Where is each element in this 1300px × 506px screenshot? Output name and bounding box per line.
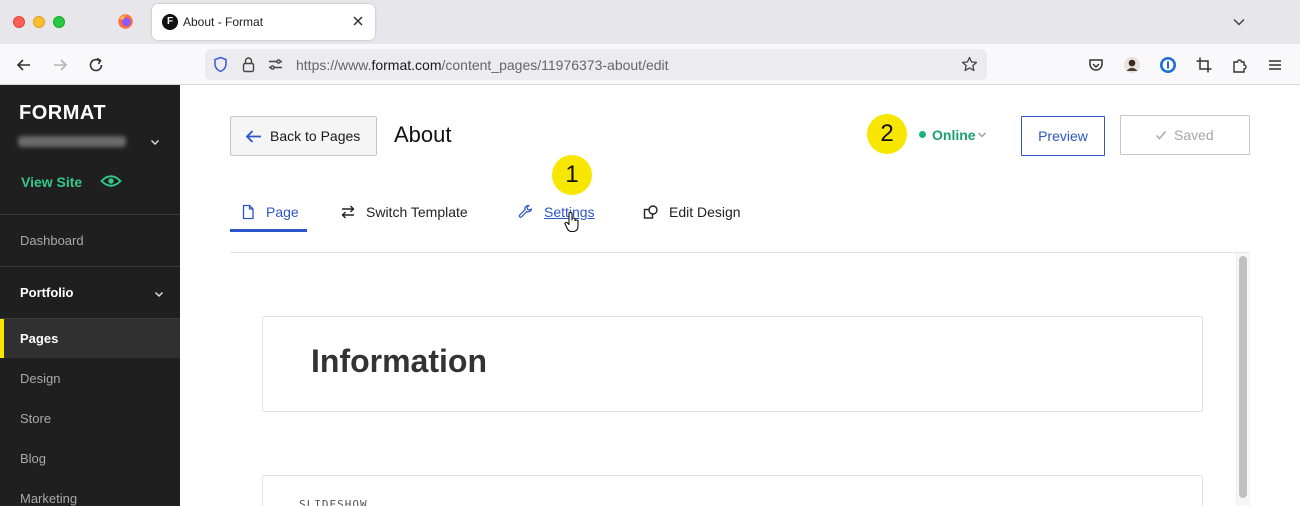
site-permissions-icon[interactable] [267, 56, 284, 73]
sidebar-item-dashboard[interactable]: Dashboard [20, 233, 84, 248]
sidebar: FORMAT View Site Dashboard Portfolio Pag… [0, 85, 180, 506]
list-all-tabs-icon[interactable] [1232, 15, 1246, 29]
arrow-left-icon [245, 130, 261, 143]
tab-page[interactable]: Page [240, 203, 310, 223]
format-favicon-icon: F [162, 14, 178, 30]
zoom-window-button[interactable] [53, 16, 65, 28]
reload-icon[interactable] [87, 56, 105, 74]
scrollbar-thumb[interactable] [1239, 256, 1247, 498]
close-window-button[interactable] [13, 16, 25, 28]
swap-arrows-icon [341, 205, 355, 219]
shapes-icon [643, 205, 658, 219]
view-site-link[interactable]: View Site [21, 174, 82, 190]
document-icon [242, 204, 254, 220]
forward-arrow-icon[interactable] [51, 56, 69, 74]
bookmark-star-icon[interactable] [961, 56, 978, 73]
url-prefix: https://www. [296, 57, 372, 73]
content-divider [230, 252, 1250, 253]
browser-tab-bar: F About - Format [0, 0, 1300, 44]
chevron-down-icon[interactable] [153, 288, 165, 300]
tab-edit-design-label: Edit Design [669, 204, 741, 220]
pocket-icon[interactable] [1087, 56, 1105, 74]
sidebar-divider [0, 214, 180, 215]
url-host: format.com [371, 57, 442, 73]
format-logo[interactable]: FORMAT [19, 102, 106, 125]
saved-label: Saved [1174, 127, 1214, 143]
sidebar-item-marketing[interactable]: Marketing [20, 491, 77, 506]
password-manager-icon[interactable] [1159, 56, 1177, 74]
account-name-redacted[interactable] [18, 136, 126, 147]
sidebar-item-design[interactable]: Design [20, 371, 60, 386]
annotation-badge-1: 1 [552, 155, 592, 195]
sidebar-item-store[interactable]: Store [20, 411, 51, 426]
browser-tab-active[interactable]: F About - Format [152, 4, 375, 40]
tab-switch-template[interactable]: Switch Template [340, 203, 480, 223]
saved-button[interactable]: Saved [1120, 115, 1250, 155]
url-path: /content_pages/11976373-about/edit [441, 57, 669, 73]
tab-edit-design[interactable]: Edit Design [643, 203, 753, 223]
back-to-pages-label: Back to Pages [270, 128, 361, 144]
tab-switch-template-label: Switch Template [366, 204, 468, 220]
preview-button[interactable]: Preview [1021, 116, 1105, 156]
lock-icon[interactable] [240, 56, 257, 73]
online-status-dot [919, 131, 926, 138]
chevron-down-icon[interactable] [977, 131, 987, 139]
tab-settings[interactable]: Settings [518, 203, 603, 223]
slideshow-label: SLIDESHOW [299, 498, 368, 506]
pointer-hand-cursor-icon [564, 211, 579, 233]
firefox-icon[interactable] [117, 13, 134, 30]
sidebar-item-pages[interactable]: Pages [20, 331, 58, 346]
back-arrow-icon[interactable] [15, 56, 33, 74]
profile-avatar-icon[interactable] [1123, 56, 1141, 74]
information-heading: Information [311, 343, 487, 379]
close-tab-icon[interactable] [351, 14, 365, 28]
extensions-puzzle-icon[interactable] [1231, 56, 1249, 74]
sidebar-item-portfolio[interactable]: Portfolio [20, 285, 73, 300]
information-section-card[interactable]: Information [262, 316, 1203, 412]
browser-nav-bar: https://www.format.com/content_pages/119… [0, 44, 1300, 85]
hamburger-menu-icon[interactable] [1266, 56, 1284, 74]
slideshow-section-card[interactable]: SLIDESHOW [262, 475, 1203, 506]
annotation-badge-2: 2 [867, 114, 907, 154]
sidebar-divider [0, 266, 180, 267]
back-to-pages-button[interactable]: Back to Pages [230, 116, 377, 156]
minimize-window-button[interactable] [33, 16, 45, 28]
chevron-down-icon[interactable] [149, 136, 161, 148]
wrench-icon [518, 204, 533, 218]
active-tab-underline [230, 229, 307, 232]
tab-title: About - Format [183, 15, 264, 29]
check-icon [1155, 131, 1167, 140]
eye-icon[interactable] [100, 173, 122, 189]
sidebar-item-blog[interactable]: Blog [20, 451, 46, 466]
screenshot-crop-icon[interactable] [1195, 56, 1213, 74]
url-text: https://www.format.com/content_pages/119… [296, 57, 669, 73]
status-dropdown[interactable]: Online [932, 127, 976, 143]
tab-page-label: Page [266, 204, 299, 220]
page-title: About [394, 122, 452, 147]
url-bar[interactable]: https://www.format.com/content_pages/119… [205, 49, 987, 80]
tracking-shield-icon[interactable] [212, 56, 229, 73]
